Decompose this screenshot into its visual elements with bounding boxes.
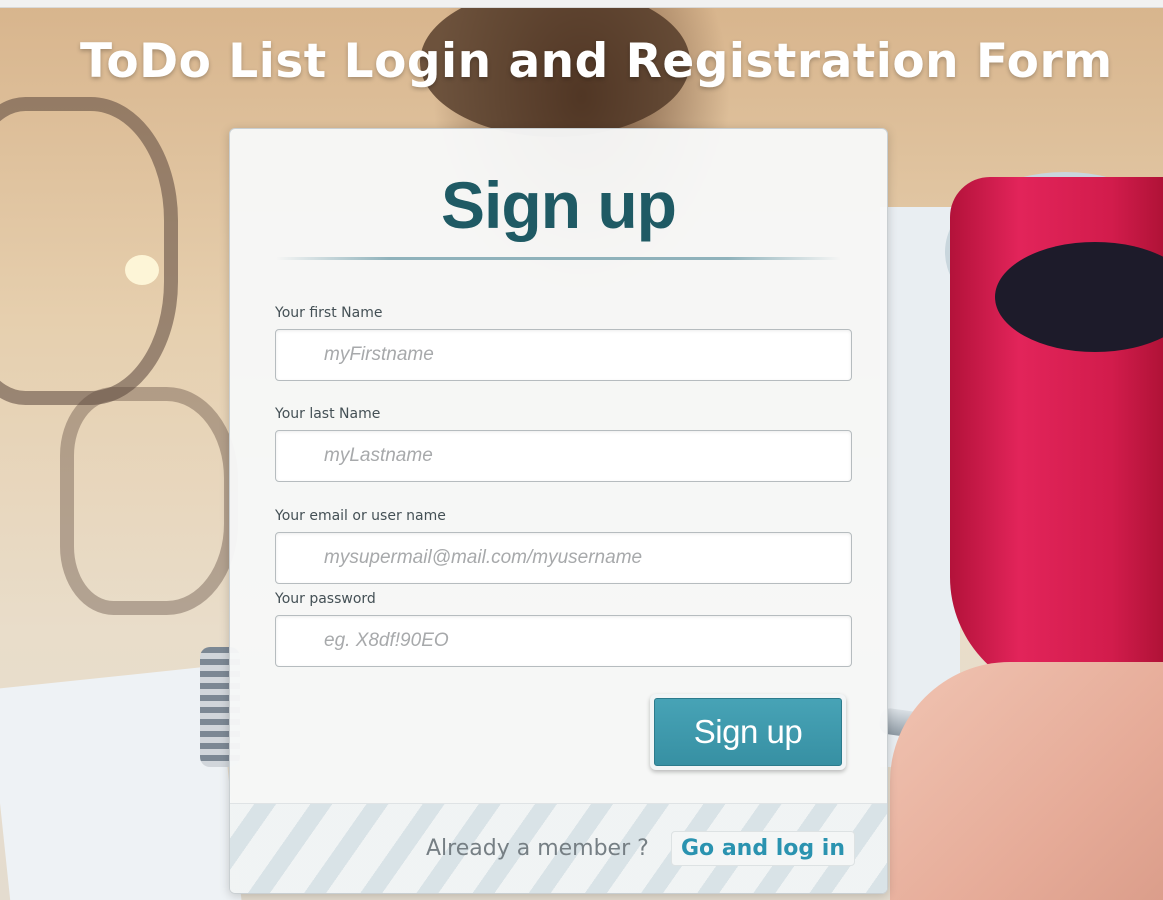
password-label: Your password: [275, 591, 376, 607]
page-title: ToDo List Login and Registration Form: [80, 34, 1113, 89]
first-name-input[interactable]: [275, 329, 852, 381]
password-input[interactable]: [275, 615, 852, 667]
last-name-input[interactable]: [275, 430, 852, 482]
signup-form: Sign up Your first Name Your last Name Y…: [229, 128, 888, 894]
background-hand-shape: [890, 662, 1163, 900]
background-glasses-shape: [60, 387, 238, 615]
go-to-login-link[interactable]: Go and log in: [671, 831, 856, 866]
signup-heading: Sign up: [441, 168, 677, 242]
background-light-glint: [125, 255, 159, 285]
email-input[interactable]: [275, 532, 852, 584]
last-name-label: Your last Name: [275, 406, 381, 422]
email-label: Your email or user name: [275, 508, 446, 524]
submit-button-frame: Sign up: [650, 694, 846, 770]
browser-top-strip: [0, 0, 1163, 8]
signup-submit-button[interactable]: Sign up: [654, 698, 842, 766]
form-footer: Already a member ? Go and log in: [230, 803, 887, 893]
already-member-text: Already a member ?: [426, 836, 649, 861]
first-name-label: Your first Name: [275, 305, 383, 321]
heading-divider: [276, 257, 841, 260]
background-glasses-shape: [0, 97, 178, 405]
